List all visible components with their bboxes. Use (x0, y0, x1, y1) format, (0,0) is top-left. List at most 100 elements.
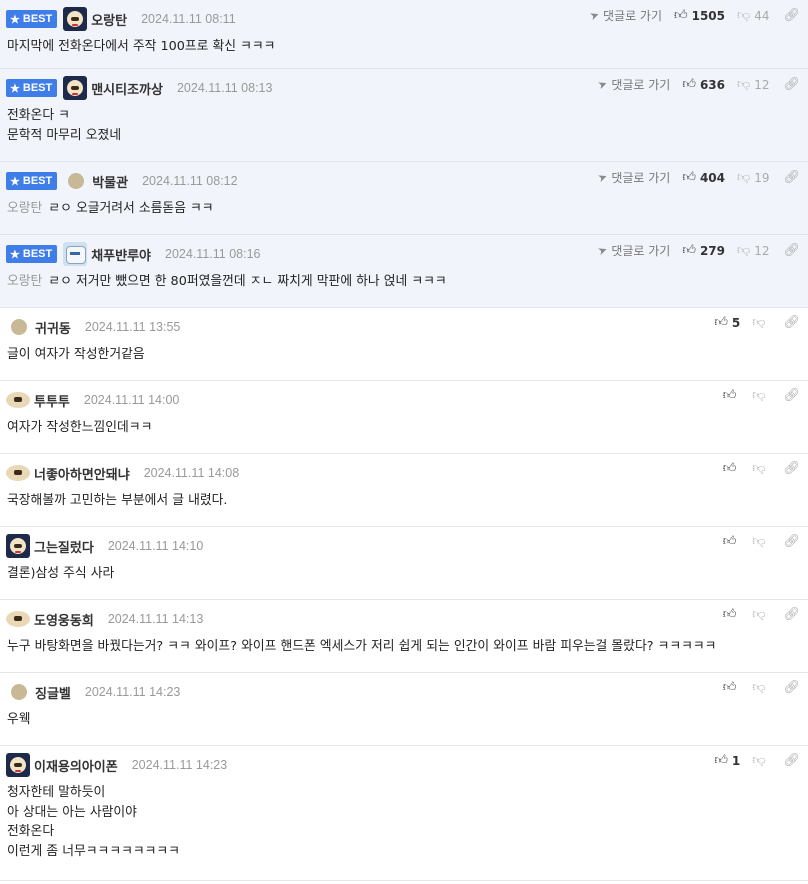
upvote-button[interactable]: 👍︎ (723, 680, 741, 695)
author-nickname[interactable]: 오랑탄 (91, 10, 127, 29)
comment-body: 청자한테 말하듯이 아 상대는 아는 사람이야전화온다이런게 좀 너무ㅋㅋㅋㅋㅋㅋ… (7, 783, 180, 861)
goto-reply-link[interactable]: ➤ 댓글로 가기 (596, 169, 671, 186)
link-icon[interactable]: 🔗︎ (783, 534, 800, 549)
author-nickname[interactable]: 박물관 (92, 172, 128, 191)
upvote-button[interactable]: 👍︎ 1505 (674, 8, 725, 23)
comment-text: ㄹㅇ 오글거려서 소름돋음 ㅋㅋ (48, 201, 214, 216)
upvote-button[interactable]: 👍︎ 5 (714, 315, 740, 330)
link-icon[interactable]: 🔗︎ (783, 461, 800, 476)
link-icon[interactable]: 🔗︎ (783, 680, 800, 695)
comment-actions: 👍︎ 👎︎ 🔗︎ (723, 607, 800, 622)
author-nickname[interactable]: 맨시티조까상 (91, 79, 163, 98)
downvote-button[interactable]: 👎︎ (752, 680, 769, 695)
author-nickname[interactable]: 투투투 (34, 391, 70, 410)
downvote-button[interactable]: 👎︎ (752, 461, 769, 476)
author-nickname[interactable]: 너좋아하면안돼냐 (34, 464, 130, 483)
link-icon[interactable]: 🔗︎ (783, 243, 800, 258)
downvote-button[interactable]: 👎︎ (752, 534, 769, 549)
comment-item: 이재용의아이폰 2024.11.11 14:23 👍︎ 1 👎︎ 🔗︎ 청자한테 말하듯이 아… (0, 746, 808, 881)
downvote-button[interactable]: 👎︎ (752, 753, 769, 768)
downvote-button[interactable]: 👎︎ 12 (737, 77, 769, 92)
thumbs-up-icon: 👍︎ (682, 170, 696, 185)
author-nickname[interactable]: 채푸뱐루야 (91, 245, 151, 264)
downvote-button[interactable]: 👎︎ (752, 315, 769, 330)
upvote-button[interactable]: 👍︎ (723, 534, 741, 549)
comment-body: 전화온다 ㅋ 문학적 마무리 오졌네 (7, 106, 121, 145)
comment-date: 2024.11.11 14:10 (107, 539, 204, 553)
comment-body: 결론)삼성 주식 사라 (7, 564, 114, 584)
comment-line: 글이 여자가 작성한거같음 (7, 345, 145, 365)
reply-link-label: 댓글로 가기 (611, 171, 671, 185)
comment-text: ㄹㅇ 저거만 뺐으면 한 80퍼였을껀데 ㅈㄴ 짜치게 막판에 하나 얹네 ㅋㅋ… (48, 274, 447, 289)
link-icon[interactable]: 🔗︎ (783, 753, 800, 768)
upvote-button[interactable]: 👍︎ (723, 461, 741, 476)
panda-avatar[interactable] (63, 7, 88, 31)
link-icon[interactable]: 🔗︎ (783, 77, 800, 92)
sheep-avatar[interactable] (6, 609, 30, 629)
panda-avatar[interactable] (63, 76, 88, 100)
comment-item: 징글벨 2024.11.11 14:23 👍︎ 👎︎ 🔗︎ 우웩 (0, 673, 808, 746)
panda-avatar[interactable] (6, 753, 30, 777)
link-icon[interactable]: 🔗︎ (783, 607, 800, 622)
mention-nickname[interactable]: 오랑탄 (7, 274, 42, 289)
comment-line: 누구 바탕화면을 바꿨다는거? ㅋㅋ 와이프? 와이프 핸드폰 엑세스가 저리 … (7, 637, 716, 657)
goto-reply-link[interactable]: ➤ 댓글로 가기 (596, 242, 670, 259)
comment-header: 그는질렀다 2024.11.11 14:10 (6, 533, 203, 559)
author-nickname[interactable]: 도영웅동희 (34, 610, 94, 629)
upvote-button[interactable]: 👍︎ (723, 388, 741, 403)
comment-text: 전화온다 ㅋ (7, 108, 70, 123)
comment-line: 청자한테 말하듯이 (7, 783, 180, 803)
link-icon[interactable]: 🔗︎ (783, 8, 800, 23)
upvote-count: 636 (699, 77, 725, 92)
panda-avatar[interactable] (6, 534, 30, 558)
upvote-button[interactable]: 👍︎ 404 (682, 170, 725, 185)
robot-avatar[interactable] (63, 242, 88, 266)
sheep-avatar[interactable] (6, 463, 30, 483)
comment-text: 아 상대는 아는 사람이야 (7, 804, 137, 820)
thumbs-down-icon: 👎︎ (752, 461, 766, 476)
upvote-count: 1505 (691, 8, 725, 23)
comment-item: 너좋아하면안돼냐 2024.11.11 14:08 👍︎ 👎︎ 🔗︎ 국장해볼까 고민하는… (0, 454, 808, 527)
upvote-button[interactable]: 👍︎ 279 (682, 243, 725, 258)
author-nickname[interactable]: 그는질렀다 (34, 537, 94, 556)
dot-avatar[interactable] (68, 173, 85, 189)
best-label: BEST (22, 82, 53, 94)
comment-date: 2024.11.11 14:23 (84, 685, 181, 699)
comment-actions: ➤ 댓글로 가기 👍︎ 1505 👎︎ 44 🔗︎ (588, 7, 800, 24)
dot-avatar[interactable] (11, 319, 27, 335)
dot-avatar[interactable] (11, 684, 27, 700)
sheep-avatar[interactable] (6, 390, 30, 410)
comment-line: 문학적 마무리 오졌네 (7, 126, 121, 146)
comment-date: 2024.11.11 08:16 (165, 247, 261, 261)
downvote-button[interactable]: 👎︎ 19 (737, 170, 769, 185)
link-icon[interactable]: 🔗︎ (783, 315, 800, 330)
comment-text: 이런게 좀 너무ㅋㅋㅋㅋㅋㅋㅋㅋ (7, 843, 180, 859)
downvote-button[interactable]: 👎︎ (752, 388, 769, 403)
thumbs-down-icon: 👎︎ (737, 170, 751, 185)
author-nickname[interactable]: 이재용의아이폰 (34, 756, 118, 775)
comment-line: 결론)삼성 주식 사라 (7, 564, 114, 584)
link-icon[interactable]: 🔗︎ (783, 388, 800, 403)
comment-text: 전화온다 (7, 824, 55, 839)
downvote-button[interactable]: 👎︎ 12 (737, 243, 769, 258)
comment-header: 귀귀동 2024.11.11 13:55 (6, 314, 180, 340)
goto-reply-link[interactable]: ➤ 댓글로 가기 (596, 76, 670, 93)
downvote-button[interactable]: 👎︎ 44 (737, 8, 769, 23)
upvote-button[interactable]: 👍︎ 1 (714, 753, 740, 768)
comment-item: ★ BEST 오랑탄 2024.11.11 08:11 ➤ 댓글로 가기 👍︎ 1505 👎︎ 4… (0, 0, 808, 69)
send-arrow-icon: ➤ (596, 76, 610, 93)
upvote-button[interactable]: 👍︎ 636 (682, 77, 725, 92)
author-nickname[interactable]: 징글벨 (35, 683, 71, 702)
comment-actions: 👍︎ 5 👎︎ 🔗︎ (714, 315, 800, 330)
link-icon[interactable]: 🔗︎ (783, 170, 800, 185)
comment-actions: ➤ 댓글로 가기 👍︎ 636 👎︎ 12 🔗︎ (596, 76, 800, 93)
upvote-count: 1 (731, 753, 741, 768)
upvote-button[interactable]: 👍︎ (723, 607, 741, 622)
comment-item: 도영웅동희 2024.11.11 14:13 👍︎ 👎︎ 🔗︎ 누구 바탕화면을 바꿨다는… (0, 600, 808, 673)
goto-reply-link[interactable]: ➤ 댓글로 가기 (588, 7, 662, 24)
upvote-count: 5 (731, 315, 741, 330)
downvote-button[interactable]: 👎︎ (752, 607, 769, 622)
mention-nickname[interactable]: 오랑탄 (7, 201, 42, 216)
author-nickname[interactable]: 귀귀동 (35, 318, 71, 337)
upvote-count: 279 (699, 243, 725, 258)
